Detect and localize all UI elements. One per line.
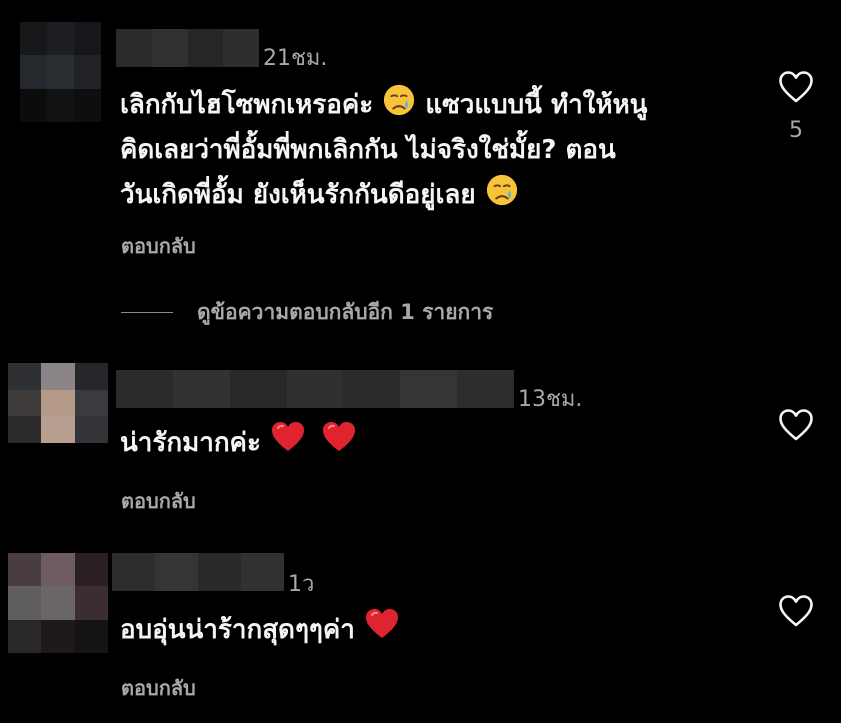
comment-text-line: วันเกิดพี่อั้ม ยังเห็นรักกันดีอยู่เลย xyxy=(120,180,476,210)
avatar[interactable] xyxy=(8,363,108,443)
username-blurred[interactable] xyxy=(116,370,515,408)
comment-text-line: อบอุ่นน่าร้ากสุดๆๆค่า xyxy=(120,615,355,645)
comment-text-line: น่ารักมากค่ะ xyxy=(120,428,261,458)
reply-button[interactable]: ตอบกลับ xyxy=(121,230,196,262)
red-heart-emoji xyxy=(364,606,400,642)
reply-button[interactable]: ตอบกลับ xyxy=(121,672,196,704)
reply-button[interactable]: ตอบกลับ xyxy=(121,485,196,517)
like-count: 5 xyxy=(789,118,803,143)
comment-text-line: คิดเลยว่าพี่อั้มพี่พกเลิกกัน ไม่จริงใช่ม… xyxy=(120,135,616,165)
avatar[interactable] xyxy=(8,553,108,653)
heart-outline-icon[interactable] xyxy=(778,594,814,628)
crying-face-emoji xyxy=(485,173,519,207)
comment-time: 21ชม. xyxy=(263,46,328,71)
view-more-replies[interactable]: ดูข้อความตอบกลับอีก 1 รายการ xyxy=(121,296,493,329)
comment-time: 13ชม. xyxy=(518,387,583,412)
comment-text: น่ารักมากค่ะ xyxy=(120,419,357,466)
red-heart-emoji xyxy=(321,419,357,455)
username-blurred[interactable] xyxy=(112,553,284,591)
comment-text-line: เลิกกับไฮโซพกเหรอค่ะ xyxy=(120,90,374,120)
heart-outline-icon[interactable] xyxy=(778,408,814,442)
username-blurred[interactable] xyxy=(116,29,259,67)
comment-time: 1ว xyxy=(288,572,315,597)
comment-text-line: แซวแบบนี้ ทำให้หนู xyxy=(425,90,648,120)
avatar[interactable] xyxy=(20,22,101,122)
heart-outline-icon[interactable] xyxy=(778,70,814,104)
red-heart-emoji xyxy=(270,419,306,455)
comment-text: เลิกกับไฮโซพกเหรอค่ะ แซวแบบนี้ ทำให้หนู … xyxy=(120,83,740,218)
view-more-replies-label: ดูข้อความตอบกลับอีก 1 รายการ xyxy=(197,300,494,324)
divider-line xyxy=(121,312,173,313)
crying-face-emoji xyxy=(382,83,416,117)
comment-text: อบอุ่นน่าร้ากสุดๆๆค่า xyxy=(120,606,400,653)
